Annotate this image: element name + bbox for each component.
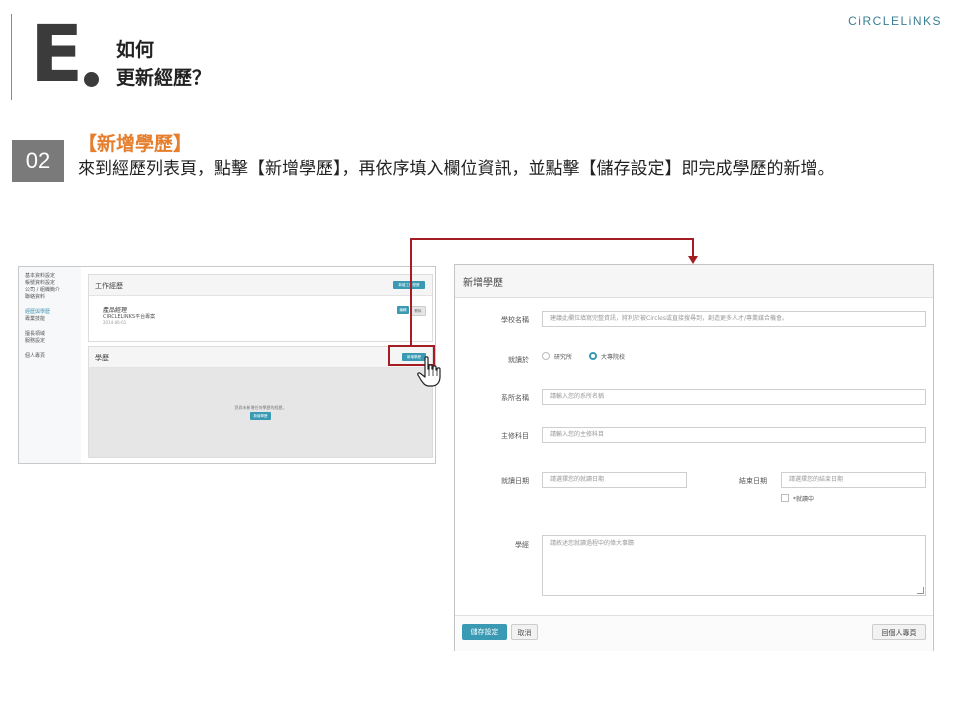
major-input[interactable]: 請輸入您的主修科目 (542, 427, 926, 443)
education-panel-title: 學歷 (95, 354, 109, 362)
education-empty-text: 您尚未新增任何學歷的經歷。 (234, 405, 287, 410)
end-date-label: 結束日期 (739, 477, 767, 485)
end-date-input[interactable]: 請選擇您的結束日期 (781, 472, 926, 488)
connector-arrow-icon (688, 256, 698, 264)
school-name-label: 學校名稱 (501, 316, 529, 324)
sidebar-item-profile[interactable]: 個人專頁 (25, 353, 45, 359)
radio-graduate-label: 研究所 (554, 354, 573, 361)
work-experience-panel: 工作經歷 新增工作經歷 產品經理 CIRCLELINKS平台專案 2014-06… (88, 274, 433, 342)
work-entry-company: CIRCLELINKS平台專案 (103, 314, 156, 320)
save-settings-button[interactable]: 儲存設定 (462, 624, 507, 640)
work-entry-date: 2014-06-01 (103, 320, 127, 325)
sidebar-item-expertise[interactable]: 擅長領域 (25, 331, 45, 337)
delete-work-button[interactable]: 刪除 (410, 306, 426, 316)
sidebar-item-basic[interactable]: 基本資料設定 (25, 273, 55, 279)
dialog-header (455, 265, 933, 298)
connector-line (692, 238, 694, 258)
step-description: 來到經歷列表頁，點擊【新增學歷】，再依序填入欄位資訊，並點擊【儲存設定】即完成學… (78, 159, 835, 179)
connector-line (410, 238, 694, 240)
radio-college-label: 大專院校 (601, 354, 626, 361)
cancel-button[interactable]: 取消 (511, 624, 538, 640)
section-letter: E (30, 10, 83, 100)
page-title-line1: 如何 (116, 39, 155, 61)
header-divider (11, 14, 12, 100)
step-number-badge: 02 (12, 140, 64, 182)
empty-add-education-button[interactable]: 新增學歷 (250, 412, 271, 420)
pointer-hand-icon (416, 356, 444, 392)
start-date-input[interactable]: 請選擇您的就讀日期 (542, 472, 687, 488)
major-label: 主修科目 (501, 432, 529, 440)
connector-line (410, 238, 412, 346)
sidebar-item-company[interactable]: 公司 / 組織簡介 (25, 287, 60, 293)
sidebar-item-service[interactable]: 服務設定 (25, 338, 45, 344)
dialog-title: 新增學歷 (463, 278, 503, 289)
sidebar-item-skills[interactable]: 專業技能 (25, 316, 45, 322)
department-input[interactable]: 請輸入您的系所名稱 (542, 389, 926, 405)
add-work-button[interactable]: 新增工作經歷 (393, 281, 425, 289)
start-date-label: 就讀日期 (501, 477, 529, 485)
add-education-dialog: 新增學歷 學校名稱 建議此欄位填寫完整資訊，將利於被Circles或直接搜尋到，… (454, 264, 934, 651)
page-title-line2: 更新經歷？ (116, 67, 212, 89)
experience-list-screenshot: 基本資料設定 帳號資料設定 公司 / 組織簡介 聯絡資料 經歷與學歷 專業技能 … (18, 266, 436, 464)
studying-checkbox-label: *就讀中 (793, 496, 815, 503)
edit-work-button[interactable]: 編輯 (397, 306, 409, 314)
sidebar-item-experience[interactable]: 經歷與學歷 (25, 309, 50, 315)
studying-checkbox[interactable] (781, 494, 789, 502)
study-level-label: 就讀於 (508, 356, 529, 364)
brand-logo: CiRCLELiNKS (848, 14, 942, 28)
note-label: 學經 (515, 541, 529, 549)
settings-sidebar: 基本資料設定 帳號資料設定 公司 / 組織簡介 聯絡資料 經歷與學歷 專業技能 … (19, 267, 81, 463)
education-panel: 學歷 新增學歷 您尚未新增任何學歷的經歷。 新增學歷 (88, 346, 433, 458)
work-panel-title: 工作經歷 (95, 282, 123, 290)
sidebar-item-account[interactable]: 帳號資料設定 (25, 280, 55, 286)
back-to-profile-button[interactable]: 回個人專頁 (872, 624, 926, 640)
department-label: 系所名稱 (501, 394, 529, 402)
section-letter-dot (84, 72, 99, 87)
step-heading: 【新增學歷】 (78, 133, 193, 155)
resize-handle-icon[interactable] (917, 587, 924, 594)
sidebar-item-contact[interactable]: 聯絡資料 (25, 294, 45, 300)
radio-college[interactable] (589, 352, 597, 360)
radio-graduate[interactable] (542, 352, 550, 360)
school-name-input[interactable]: 建議此欄位填寫完整資訊，將利於被Circles或直接搜尋到，創造更多人才/專業媒… (542, 311, 926, 327)
note-textarea[interactable]: 請敘述您就讀過程中的偉大事蹟 (542, 535, 926, 596)
